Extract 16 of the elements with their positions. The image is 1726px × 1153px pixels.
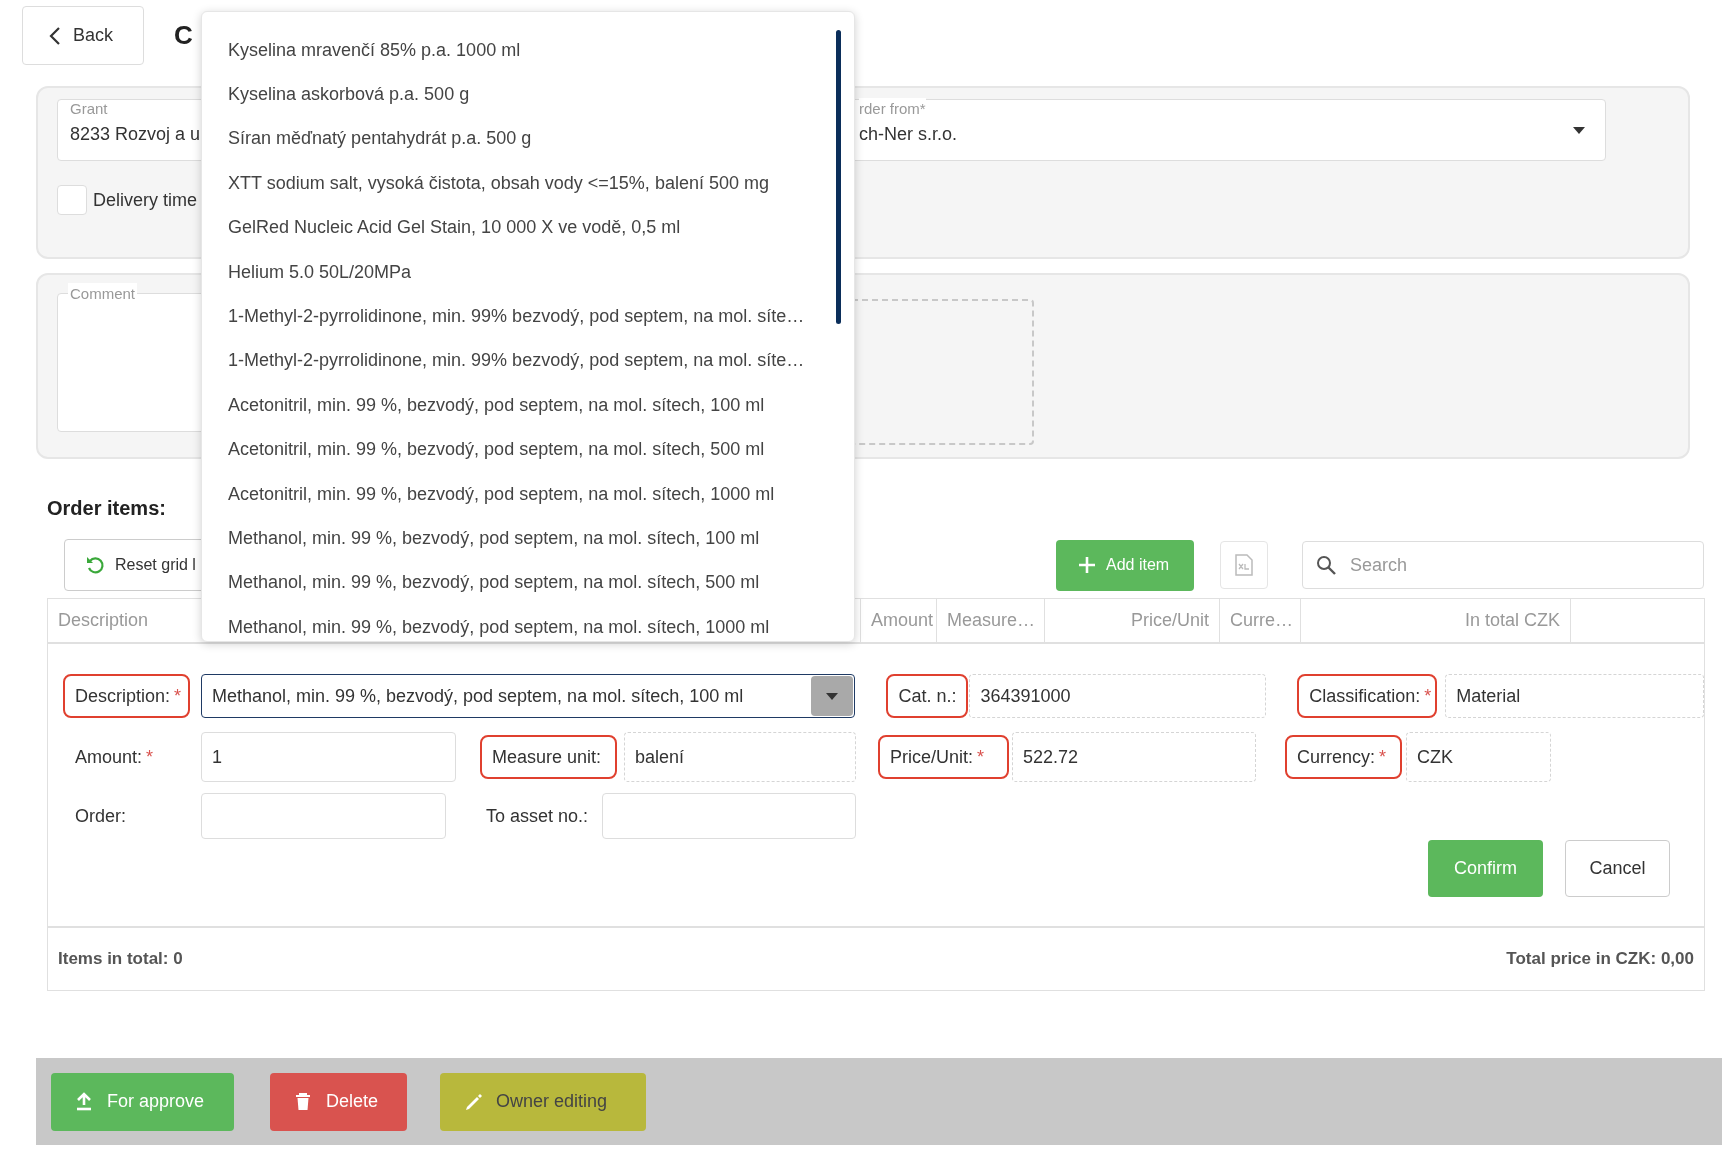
- field-label: Amount: *: [74, 745, 155, 769]
- field-value: 8233 Rozvoj a u: [70, 123, 201, 146]
- field-label: Order:: [74, 804, 127, 828]
- items-count: Items in total: 0: [58, 948, 183, 971]
- field-label: Cat. n.:: [886, 674, 969, 718]
- field-label: Measure unit:: [480, 735, 617, 779]
- page-title: C: [174, 19, 193, 52]
- checkbox-label: Delivery time: [93, 188, 198, 212]
- section-title: Order items:: [47, 496, 166, 521]
- field-label: Classification: *: [1297, 674, 1438, 718]
- field-value: ch-Ner s.r.o.: [859, 123, 958, 146]
- total-price: Total price in CZK: 0,00: [1506, 948, 1694, 971]
- field-label: Price/Unit: *: [878, 735, 1009, 779]
- field-label: To asset no.:: [485, 804, 590, 828]
- field-label: Currency: *: [1285, 735, 1402, 779]
- field-label: Description: *: [63, 674, 190, 718]
